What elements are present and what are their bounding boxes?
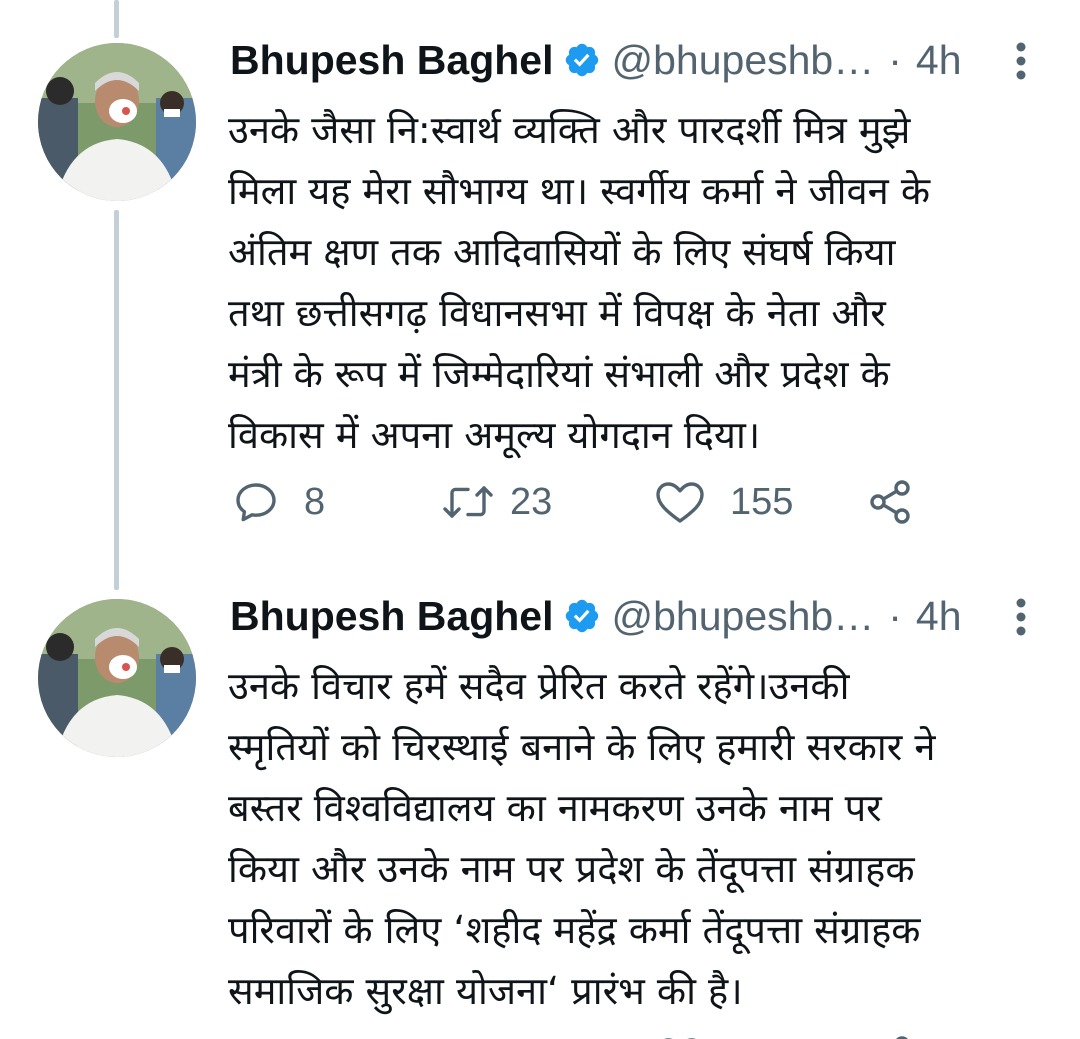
tweet-text: उनके जैसा नि:स्वार्थ व्यक्ति और पारदर्शी…	[228, 108, 931, 457]
retweet-button[interactable]: 23	[440, 472, 552, 532]
like-button[interactable]	[654, 1028, 706, 1039]
tweet-text: उनके विचार हमें सदैव प्रेरित करते रहेंगे…	[228, 664, 936, 1013]
author-name[interactable]: Bhupesh Baghel	[230, 37, 553, 84]
tweet-actions	[230, 1028, 1030, 1039]
heart-icon	[664, 1038, 696, 1039]
tweet-actions: 8 23 155	[230, 472, 1030, 532]
separator-dot: ·	[888, 592, 902, 639]
reply-bubble-icon	[232, 1034, 280, 1039]
reply-bubble-icon	[236, 483, 276, 522]
author-name[interactable]: Bhupesh Baghel	[230, 593, 553, 640]
profile-photo	[38, 599, 196, 757]
avatar[interactable]	[38, 599, 196, 757]
more-vertical-icon[interactable]	[1006, 592, 1036, 642]
author-handle[interactable]: @bhupeshb…	[611, 37, 874, 84]
tweet-header: Bhupesh Baghel @bhupeshb… · 4h	[230, 30, 962, 90]
share-button[interactable]	[866, 1028, 914, 1039]
reply-count: 8	[304, 480, 326, 523]
verified-badge-icon	[563, 597, 601, 635]
tweet-header: Bhupesh Baghel @bhupeshb… · 4h	[230, 586, 962, 646]
like-button[interactable]: 155	[654, 472, 793, 532]
like-count: 155	[730, 480, 794, 523]
profile-photo	[38, 43, 196, 201]
timestamp[interactable]: 4h	[916, 593, 962, 640]
share-button[interactable]	[866, 472, 914, 532]
tweet[interactable]: Bhupesh Baghel @bhupeshb… · 4h उनके जैसा…	[0, 30, 1080, 550]
more-vertical-icon[interactable]	[1006, 36, 1036, 86]
tweet[interactable]: Bhupesh Baghel @bhupeshb… · 4h उनके विचा…	[0, 586, 1080, 1039]
timestamp[interactable]: 4h	[916, 37, 962, 84]
reply-button[interactable]	[232, 1028, 280, 1039]
avatar[interactable]	[38, 43, 196, 201]
retweet-count: 23	[510, 480, 553, 523]
share-icon	[870, 480, 910, 524]
retweet-icon	[443, 486, 493, 518]
heart-icon	[656, 482, 704, 523]
share-icon	[896, 1036, 908, 1039]
reply-button[interactable]: 8	[232, 472, 325, 532]
separator-dot: ·	[888, 36, 902, 83]
author-handle[interactable]: @bhupeshb…	[611, 593, 874, 640]
verified-badge-icon	[563, 41, 601, 79]
